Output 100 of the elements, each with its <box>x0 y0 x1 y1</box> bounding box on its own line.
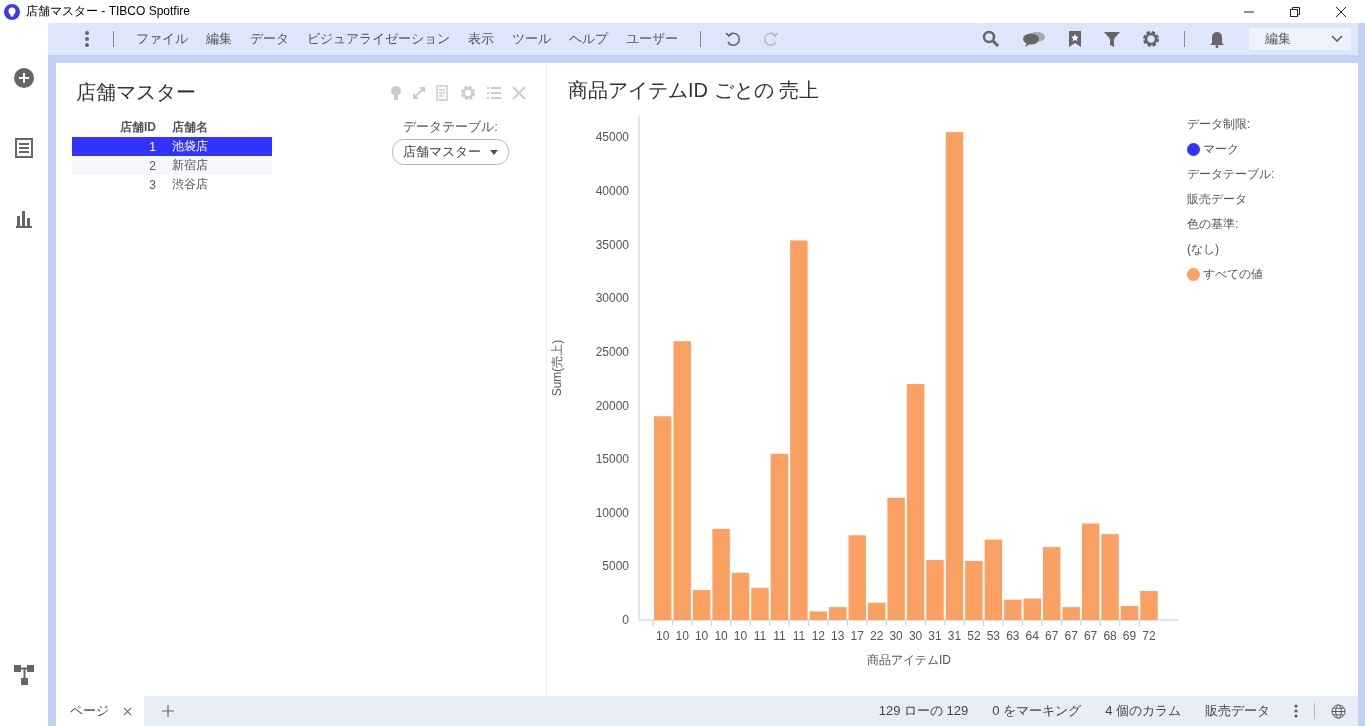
x-tick-label: 63 <box>1006 629 1020 643</box>
lightbulb-icon[interactable] <box>390 84 402 101</box>
bar[interactable] <box>965 561 983 620</box>
x-tick-label: 72 <box>1142 629 1156 643</box>
table-row[interactable]: 1 池袋店 <box>72 137 272 156</box>
y-tick-label: 25000 <box>595 344 629 359</box>
comments-icon[interactable] <box>1022 31 1046 47</box>
menu-item[interactable]: ツール <box>506 30 557 48</box>
x-tick-label: 22 <box>870 629 884 643</box>
bar[interactable] <box>945 132 964 620</box>
page-tab[interactable]: ページ <box>56 696 144 726</box>
x-tick-label: 67 <box>1064 629 1078 643</box>
menu-item[interactable]: データ <box>244 30 295 48</box>
bar[interactable] <box>867 602 886 620</box>
bar[interactable] <box>770 453 789 620</box>
status-text: 4 個のカラム <box>1105 702 1181 720</box>
bar[interactable] <box>809 611 828 620</box>
filter-icon[interactable] <box>1104 31 1120 47</box>
bar[interactable] <box>751 587 769 620</box>
column-header[interactable]: 店舗名 <box>164 119 208 136</box>
add-icon[interactable] <box>14 68 34 88</box>
restore-icon[interactable] <box>1289 5 1301 18</box>
redo-icon[interactable] <box>763 31 779 47</box>
bar[interactable] <box>848 535 866 620</box>
close-icon[interactable] <box>1335 5 1347 18</box>
y-tick-label: 15000 <box>595 452 629 467</box>
bar[interactable] <box>829 607 847 620</box>
bar[interactable] <box>712 528 730 620</box>
more-icon[interactable] <box>85 31 89 47</box>
bar[interactable] <box>984 539 1003 620</box>
undo-icon[interactable] <box>725 31 741 47</box>
x-tick-label: 31 <box>928 629 942 643</box>
legend-text: データテーブル: <box>1187 166 1275 183</box>
status-text: 0 をマーキング <box>992 702 1082 720</box>
bar[interactable] <box>1004 599 1022 620</box>
x-axis-title: 商品アイテムID <box>867 653 951 667</box>
table-cell-text: 新宿店 <box>171 157 208 174</box>
legend-text: 販売データ <box>1187 191 1248 208</box>
table-cell-text: 2 <box>148 158 157 173</box>
x-tick-label: 17 <box>850 629 864 643</box>
bell-icon[interactable] <box>1209 30 1225 48</box>
table-cell-text: 池袋店 <box>171 138 208 155</box>
bar[interactable] <box>887 497 905 620</box>
x-tick-label: 11 <box>773 629 786 643</box>
bar[interactable] <box>1101 534 1119 620</box>
bar[interactable] <box>1023 598 1041 620</box>
x-tick-label: 53 <box>986 629 1001 643</box>
settings-icon[interactable] <box>1142 30 1160 48</box>
globe-icon[interactable] <box>1331 703 1346 719</box>
bar[interactable] <box>654 416 672 620</box>
bar[interactable] <box>673 341 691 620</box>
x-tick-label: 67 <box>1083 629 1098 643</box>
y-tick-label: 45000 <box>595 130 629 145</box>
chevron-down-icon <box>1331 35 1343 43</box>
bar[interactable] <box>1043 547 1061 620</box>
caret-icon <box>490 149 498 155</box>
menu-item[interactable]: ビジュアライゼーション <box>301 30 456 48</box>
bar[interactable] <box>906 384 925 620</box>
document-icon[interactable] <box>436 84 450 101</box>
add-page-icon[interactable] <box>162 705 174 717</box>
bar[interactable] <box>926 559 944 620</box>
data-table-dropdown[interactable]: 店舗マスター <box>392 139 509 165</box>
bar[interactable] <box>692 589 711 620</box>
bar-chart-icon[interactable] <box>15 208 33 228</box>
list-icon[interactable] <box>15 138 33 158</box>
app-logo-icon <box>4 3 20 20</box>
legend-text: 色の基準: <box>1187 216 1240 233</box>
bar[interactable] <box>1140 591 1158 620</box>
x-tick-label: 30 <box>908 629 923 643</box>
legend-text: (なし) <box>1187 241 1220 258</box>
x-tick-label: 30 <box>889 629 903 643</box>
bookmark-icon[interactable] <box>1068 30 1082 48</box>
more-icon[interactable] <box>1294 704 1298 718</box>
bar[interactable] <box>790 240 808 620</box>
bar[interactable] <box>731 572 750 620</box>
menu-item[interactable]: ファイル <box>130 30 194 48</box>
expand-icon[interactable] <box>412 85 426 100</box>
x-tick-label: 10 <box>733 629 748 643</box>
mode-dropdown[interactable]: 編集 <box>1249 28 1351 50</box>
bar[interactable] <box>1120 606 1139 620</box>
column-header[interactable]: 店舗ID <box>72 119 164 136</box>
search-icon[interactable] <box>982 30 1000 48</box>
x-tick-label: 11 <box>753 629 767 643</box>
hierarchy-icon[interactable] <box>13 664 35 686</box>
x-tick-label: 10 <box>675 629 689 643</box>
menu-item[interactable]: ヘルプ <box>563 30 614 48</box>
y-tick-label: 0 <box>622 613 629 627</box>
y-tick-label: 20000 <box>595 398 629 413</box>
menu-item[interactable]: 編集 <box>200 30 238 48</box>
x-tick-label: 64 <box>1025 629 1039 643</box>
table-row[interactable]: 2 新宿店 <box>72 156 272 175</box>
menu-item[interactable]: ユーザー <box>620 30 684 48</box>
x-tick-label: 11 <box>792 629 806 643</box>
x-tick-label: 10 <box>694 629 709 643</box>
y-axis-title: Sum(売上) <box>550 339 564 397</box>
menu-item[interactable]: 表示 <box>462 30 500 48</box>
bar[interactable] <box>1062 607 1080 620</box>
bar[interactable] <box>1081 523 1100 620</box>
legend-text: データ制限: <box>1187 116 1252 133</box>
y-tick-label: 30000 <box>595 291 629 306</box>
